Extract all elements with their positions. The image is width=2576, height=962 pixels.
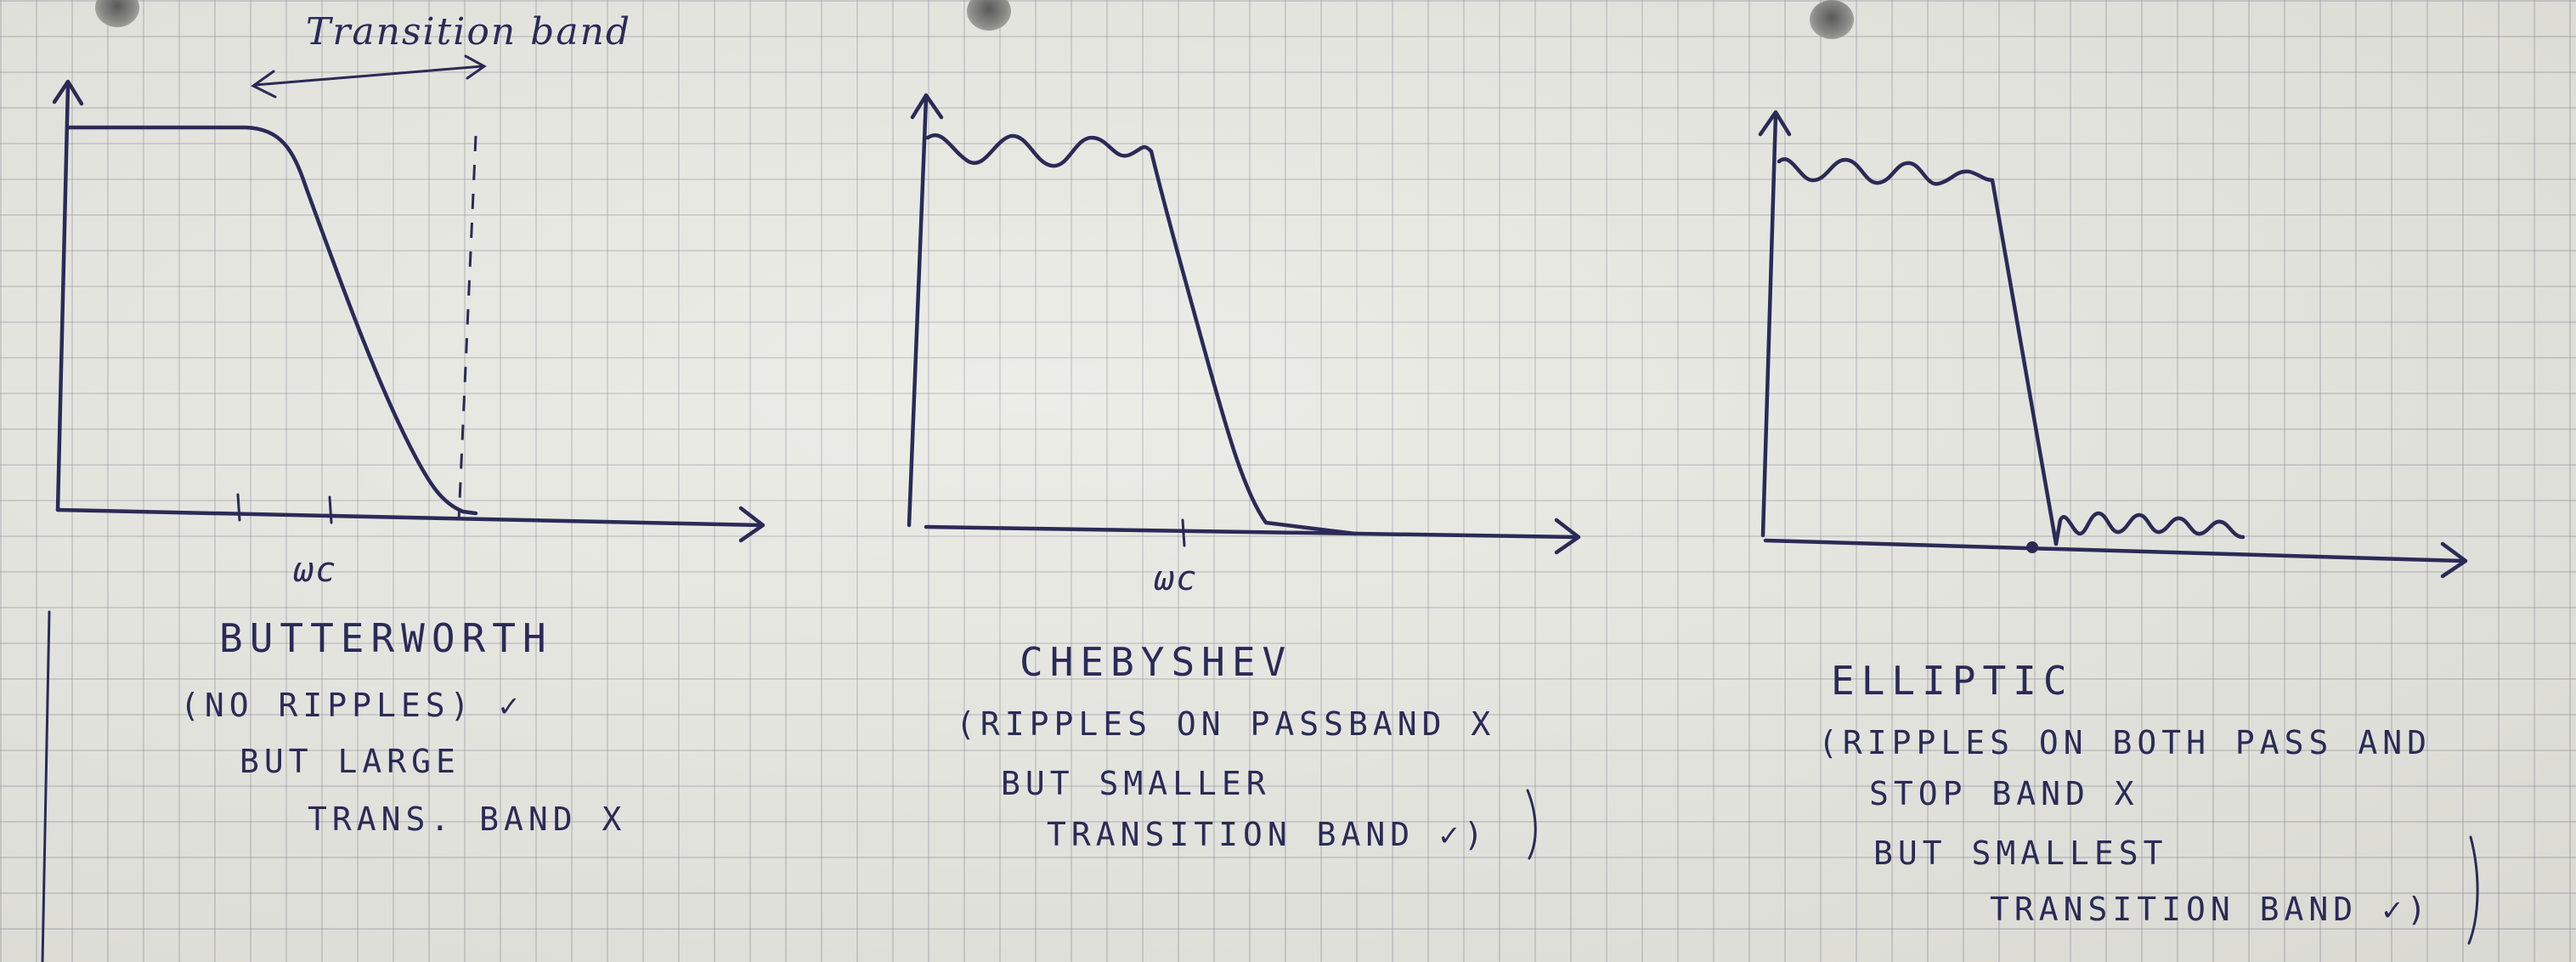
butterworth-tick-1 [236,493,241,522]
chebyshev-bracket [1526,789,1537,860]
elliptic-cutoff-dot [2026,541,2038,553]
elliptic-note-3: BUT SMALLEST [1873,835,2168,872]
elliptic-stopband-ripple [2053,511,2246,546]
chebyshev-note-2: BUT SMALLER [1001,765,1271,802]
margin-line [41,610,51,962]
chebyshev-wc-label: ωc [1154,559,1199,598]
chebyshev-response-curve [925,133,1358,536]
chebyshev-plot [907,93,1581,555]
elliptic-x-axis [1763,538,2465,563]
elliptic-note-4: TRANSITION BAND ✓) [1990,891,2432,928]
transition-band-arrow [253,65,484,87]
elliptic-plot [1758,110,2468,579]
elliptic-response-curve [1777,157,2059,546]
elliptic-note-1: (RIPPLES ON BOTH PASS AND [1818,724,2432,761]
butterworth-note-3: TRANS. BAND X [308,801,627,838]
elliptic-note-2: STOP BAND X [1869,775,2139,812]
elliptic-y-axis [1760,112,1778,538]
butterworth-wc-label: ωc [293,551,338,590]
butterworth-note-1: (NO RIPPLES) ✓ [180,687,524,724]
chebyshev-y-axis [907,95,929,528]
butterworth-plot [52,54,765,543]
butterworth-response-curve [65,125,478,516]
butterworth-stopband-guide [457,135,477,521]
butterworth-y-axis [55,82,71,512]
chebyshev-note-1: (RIPPLES ON PASSBAND X [956,705,1496,743]
chebyshev-note-3: TRANSITION BAND ✓) [1047,816,1489,853]
butterworth-title: BUTTERWORTH [219,615,553,661]
elliptic-bracket [2467,835,2479,945]
chebyshev-title: CHEBYSHEV [1020,639,1293,685]
chebyshev-x-axis [924,524,1579,540]
chebyshev-tick-wc [1181,518,1186,547]
butterworth-tick-wc [328,495,333,524]
transition-band-label: Transition band [306,10,632,54]
butterworth-x-axis [55,507,763,528]
elliptic-title: ELLIPTIC [1831,658,2074,704]
butterworth-note-2: BUT LARGE [240,743,460,780]
